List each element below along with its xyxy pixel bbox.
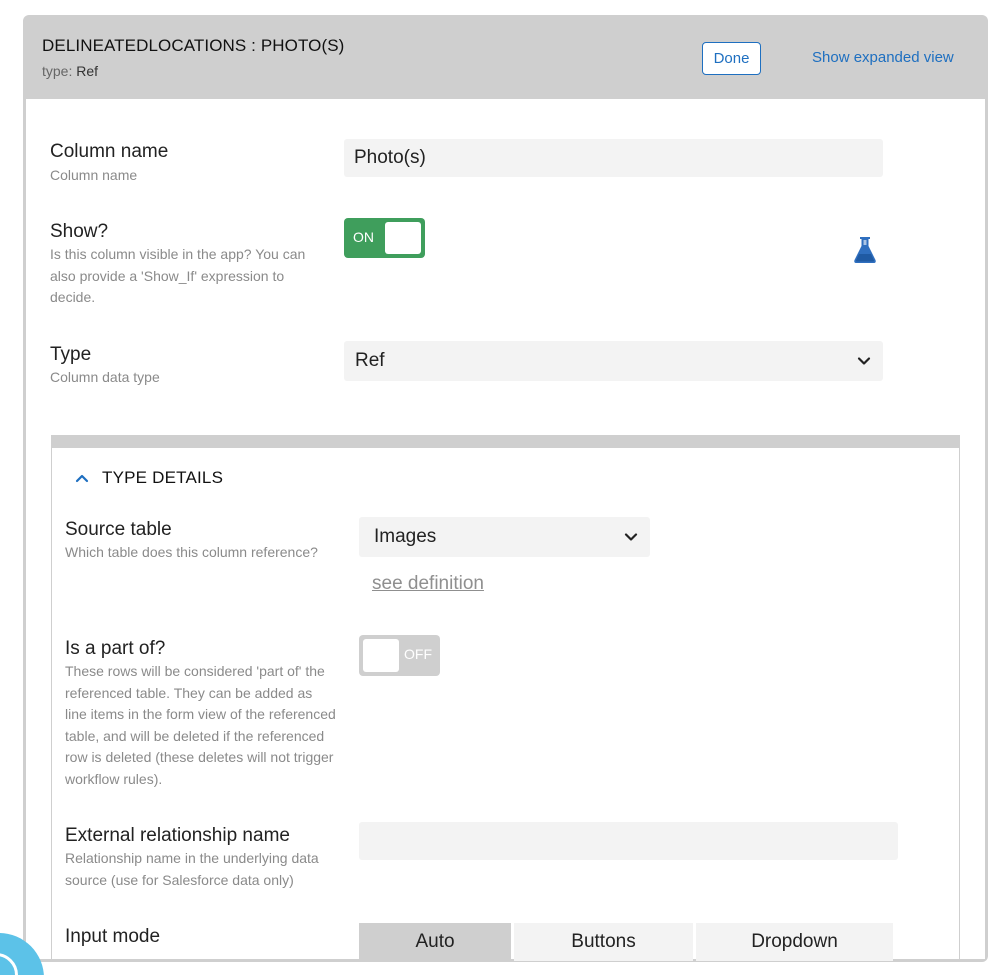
- chevron-up-icon: [75, 474, 89, 483]
- show-toggle-label: ON: [353, 229, 374, 245]
- source-table-label: Source table: [65, 519, 172, 540]
- type-details-heading: TYPE DETAILS: [102, 468, 224, 487]
- chevron-down-icon: [624, 533, 638, 541]
- show-toggle[interactable]: ON: [344, 218, 425, 258]
- panel-header: DELINEATEDLOCATIONS : PHOTO(S) type: Ref…: [23, 15, 988, 99]
- is-part-of-toggle[interactable]: OFF: [359, 635, 440, 676]
- source-table-select[interactable]: Images: [359, 517, 650, 557]
- show-expanded-view-link[interactable]: Show expanded view: [812, 49, 954, 66]
- type-selected-value: Ref: [355, 350, 385, 371]
- type-details-section: TYPE DETAILS Source table Which table do…: [51, 435, 960, 962]
- see-definition-link[interactable]: see definition: [372, 573, 484, 595]
- toggle-knob: [363, 639, 399, 672]
- toggle-knob: [385, 222, 421, 254]
- column-name-description: Column name: [50, 167, 138, 183]
- input-mode-segmented-control: Auto Buttons Dropdown: [359, 923, 893, 961]
- type-value: Ref: [76, 63, 99, 79]
- panel-body: Column name Column name Photo(s) Show? I…: [26, 99, 985, 962]
- is-part-of-toggle-label: OFF: [404, 646, 432, 662]
- is-part-of-description: These rows will be considered 'part of' …: [65, 663, 336, 787]
- show-label: Show?: [50, 221, 109, 242]
- column-type-subtitle: type: Ref: [42, 63, 98, 79]
- external-relationship-input[interactable]: [359, 822, 898, 860]
- type-details-toggle[interactable]: TYPE DETAILS: [75, 468, 223, 488]
- column-name-input[interactable]: Photo(s): [344, 139, 883, 177]
- is-part-of-label: Is a part of?: [65, 638, 166, 659]
- external-relationship-description: Relationship name in the underlying data…: [65, 850, 319, 888]
- source-table-selected: Images: [374, 526, 437, 547]
- type-prefix: type:: [42, 63, 73, 79]
- type-select[interactable]: Ref: [344, 341, 883, 381]
- chevron-down-icon: [857, 357, 871, 365]
- source-table-description: Which table does this column reference?: [65, 544, 318, 560]
- flask-icon[interactable]: [853, 236, 877, 264]
- column-name-label: Column name: [50, 141, 169, 162]
- input-mode-dropdown-button[interactable]: Dropdown: [696, 923, 893, 961]
- column-editor-panel: DELINEATEDLOCATIONS : PHOTO(S) type: Ref…: [23, 15, 988, 962]
- show-description: Is this column visible in the app? You c…: [50, 246, 306, 305]
- external-relationship-label: External relationship name: [65, 825, 290, 846]
- input-mode-label: Input mode: [65, 926, 161, 947]
- type-label: Type: [50, 344, 92, 365]
- input-mode-auto-button[interactable]: Auto: [359, 923, 511, 961]
- panel-title: DELINEATEDLOCATIONS : PHOTO(S): [42, 36, 345, 55]
- input-mode-buttons-button[interactable]: Buttons: [514, 923, 693, 961]
- type-description: Column data type: [50, 369, 160, 385]
- done-button[interactable]: Done: [702, 42, 761, 75]
